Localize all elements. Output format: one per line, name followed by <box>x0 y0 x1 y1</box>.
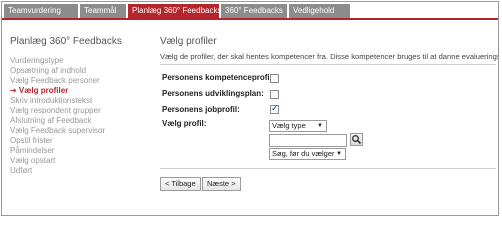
sidebar-title: Planlæg 360° Feedbacks <box>10 36 122 47</box>
tab-underline <box>2 18 498 20</box>
tab-teammaal[interactable]: Teammål <box>80 4 126 18</box>
sidebar-item-vurderingstype[interactable]: Vurderingstype <box>10 56 150 66</box>
sidebar-item-opstart[interactable]: Vælg opstart <box>10 156 150 166</box>
dropdown-arrow-icon: ▼ <box>317 123 323 129</box>
back-button[interactable]: < Tilbage <box>160 177 201 191</box>
jobprofil-label: Personens jobprofil: <box>162 105 240 114</box>
sidebar: Planlæg 360° Feedbacks Vurderingstype Op… <box>10 36 150 176</box>
divider-top <box>160 64 496 65</box>
search-select[interactable]: Søg, før du vælger ▼ <box>269 148 346 160</box>
search-button[interactable] <box>350 133 363 146</box>
kompetenceprofil-checkbox[interactable] <box>270 74 279 83</box>
profile-type-select[interactable]: Vælg type ▼ <box>269 120 327 132</box>
jobprofil-checkbox[interactable] <box>270 103 279 114</box>
sidebar-item-opsaetning[interactable]: Opsætning af indhold <box>10 66 150 76</box>
page-description: Vælg de profiler, der skal hentes kompet… <box>160 52 499 61</box>
udviklingsplan-checkbox[interactable] <box>270 90 279 99</box>
tab-360-feedbacks[interactable]: 360° Feedbacks <box>221 4 287 18</box>
main-content: Vælg profiler Vælg de profiler, der skal… <box>160 36 499 61</box>
next-button[interactable]: Næste > <box>202 177 241 191</box>
tab-teamvurdering[interactable]: Teamvurdering <box>4 4 78 18</box>
sidebar-item-vaelg-profiler[interactable]: ➔ Vælg profiler <box>10 86 150 96</box>
app-frame: Teamvurdering Teammål Planlæg 360° Feedb… <box>1 1 499 216</box>
sidebar-item-afslutning[interactable]: Afslutning af Feedback <box>10 116 150 126</box>
sidebar-item-frister[interactable]: Opstil frister <box>10 136 150 146</box>
page-title: Vælg profiler <box>160 36 217 47</box>
sidebar-item-paamindelser[interactable]: Påmindelser <box>10 146 150 156</box>
search-icon <box>352 135 362 145</box>
sidebar-item-supervisor[interactable]: Vælg Feedback supervisor <box>10 126 150 136</box>
sidebar-item-udfoert[interactable]: Udført <box>10 166 150 176</box>
search-input[interactable] <box>269 134 347 147</box>
search-select-value: Søg, før du vælger <box>272 149 335 158</box>
vaelg-profil-label: Vælg profil: <box>162 119 207 128</box>
divider-bottom <box>160 168 496 169</box>
udviklingsplan-label: Personens udviklingsplan: <box>162 89 264 98</box>
sidebar-nav: Vurderingstype Opsætning af indhold Vælg… <box>10 56 150 176</box>
sidebar-item-respondent-grupper[interactable]: Vælg respondent grupper <box>10 106 150 116</box>
sidebar-item-introduktionstekst[interactable]: Skriv introduktionstekst <box>10 96 150 106</box>
sidebar-item-feedback-personer[interactable]: Vælg Feedback personer <box>10 76 150 86</box>
tab-vedligehold[interactable]: Vedligehold <box>289 4 350 18</box>
tab-planlaeg-360-feedbacks[interactable]: Planlæg 360° Feedbacks <box>128 4 221 18</box>
dropdown-arrow-icon: ▼ <box>336 151 342 157</box>
profile-type-select-value: Vælg type <box>272 121 306 130</box>
tab-bar: Teamvurdering Teammål Planlæg 360° Feedb… <box>4 4 350 18</box>
kompetenceprofil-label: Personens kompetenceprofil: <box>162 73 275 82</box>
